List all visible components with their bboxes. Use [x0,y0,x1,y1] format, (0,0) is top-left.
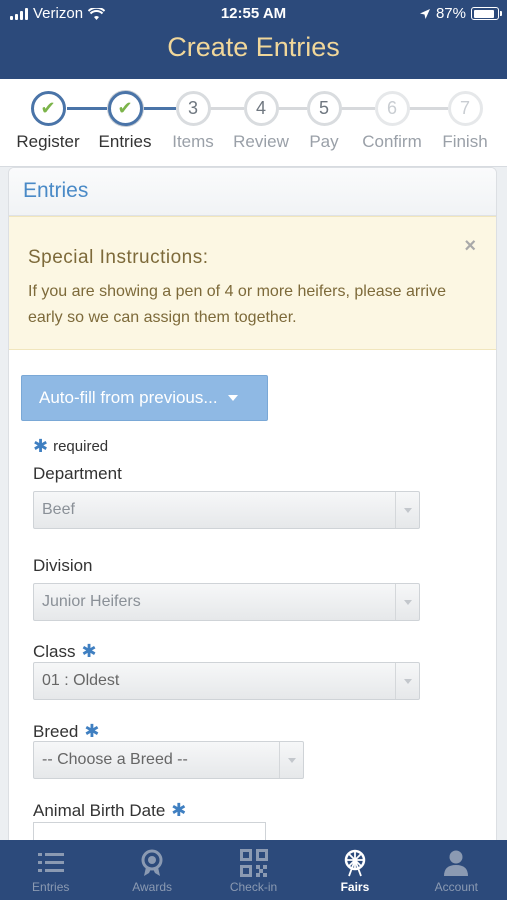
step-confirm: 6 Confirm [352,91,432,152]
ferris-wheel-icon [344,849,366,877]
autofill-dropdown-button[interactable]: Auto-fill from previous... [21,375,268,421]
step-finish: 7 Finish [425,91,505,152]
class-select[interactable]: 01 : Oldest [33,662,420,700]
division-select[interactable]: Junior Heifers [33,583,420,621]
asterisk-icon: ✱ [81,641,97,661]
tab-entries[interactable]: Entries [0,840,101,900]
panel-header: Entries [9,168,496,216]
chevron-down-icon [395,663,419,699]
asterisk-icon: ✱ [84,721,100,741]
tab-check-in[interactable]: Check-in [203,840,304,900]
ribbon-icon [141,849,163,876]
special-instructions-alert: Special Instructions: If you are showing… [9,216,496,350]
app-header: Verizon 12:55 AM 87% Create Entries [0,0,507,79]
qr-code-icon [239,849,268,877]
department-select[interactable]: Beef [33,491,420,529]
battery-icon [471,7,502,20]
alert-body: If you are showing a pen of 4 or more he… [28,283,446,326]
chevron-down-icon [395,584,419,620]
breed-label: Breed ✱ [33,721,100,741]
list-icon [37,853,64,872]
person-icon [444,850,469,876]
status-bar: Verizon 12:55 AM 87% [0,0,507,28]
location-arrow-icon [419,8,430,19]
chevron-down-icon [395,492,419,528]
tab-awards[interactable]: Awards [101,840,202,900]
check-icon: ✔ [107,91,143,126]
division-label: Division [33,556,93,575]
class-label: Class ✱ [33,641,97,661]
step-register[interactable]: ✔ Register [8,91,88,152]
asterisk-icon: ✱ [33,436,49,456]
bottom-tab-bar: Entries Awards Check-in Fairs Account [0,840,507,900]
battery-percent: 87% [435,5,466,22]
required-legend: ✱ required [33,436,109,456]
tab-account[interactable]: Account [406,840,507,900]
page-title: Create Entries [167,32,340,62]
department-label: Department [33,464,122,483]
alert-heading: Special Instructions: [28,247,209,268]
chevron-down-icon [279,742,303,778]
check-icon: ✔ [30,91,66,126]
close-icon[interactable]: × [464,235,476,258]
panel-title: Entries [23,179,89,202]
asterisk-icon: ✱ [171,800,187,820]
birth-date-label: Animal Birth Date ✱ [33,800,187,820]
entries-panel: Entries Special Instructions: If you are… [8,167,497,857]
breed-select[interactable]: -- Choose a Breed -- [33,741,304,779]
tab-fairs[interactable]: Fairs [304,840,405,900]
caret-down-icon [227,395,238,401]
